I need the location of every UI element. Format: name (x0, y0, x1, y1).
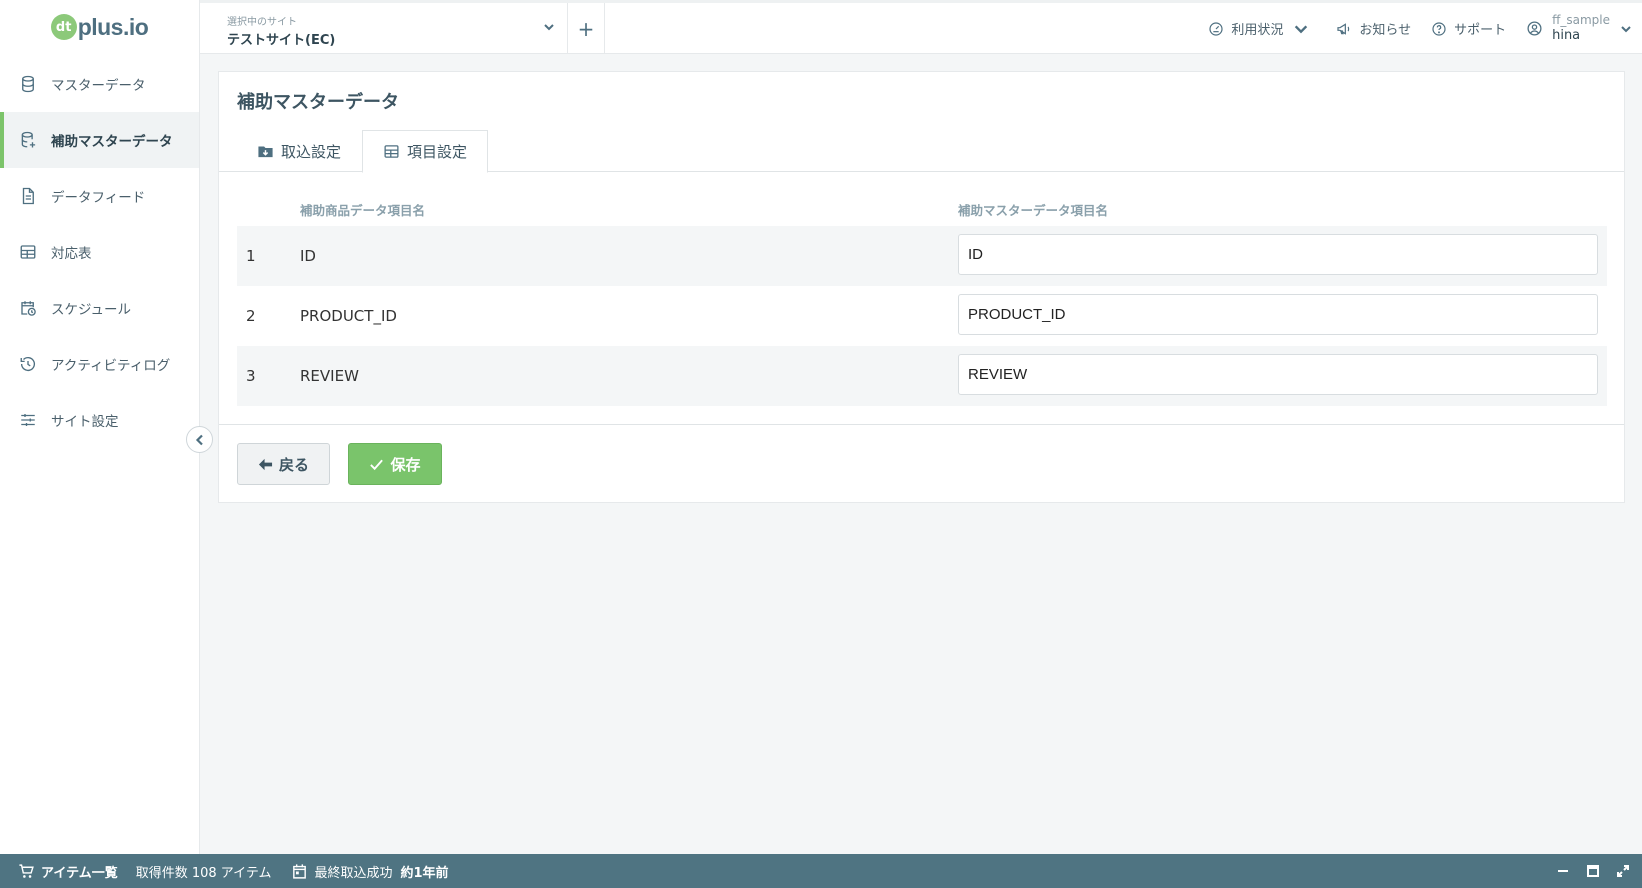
logo[interactable]: dt plus.io (0, 0, 199, 54)
logo-mark: dt (50, 14, 77, 40)
sidebar-item-label: 補助マスターデータ (51, 134, 173, 150)
topbar-actions: 利用状況 お知らせ サポート ff_sample hina (1188, 3, 1632, 54)
source-field-name: ID (300, 247, 316, 265)
site-caption: 選択中のサイト (227, 17, 297, 28)
site-name: テストサイト(EC) (227, 33, 336, 48)
site-selector[interactable]: 選択中のサイト テストサイト(EC) (200, 3, 568, 54)
chevron-down-icon (1293, 21, 1316, 37)
maximize-icon[interactable] (1586, 864, 1600, 878)
sidebar-item-mapping-table[interactable]: 対応表 (0, 224, 199, 280)
field-mapping-table: 補助商品データ項目名 補助マスターデータ項目名 1 ID 2 PRODUCT_I… (237, 190, 1607, 406)
panel-window-controls (1556, 854, 1630, 888)
usage-label: 利用状況 (1231, 23, 1284, 38)
item-list-label: アイテム一覧 (41, 865, 118, 881)
main-card: 補助マスターデータ 取込設定 項目設定 補助商品データ項目名 補助マスターデータ… (218, 71, 1625, 503)
megaphone-icon (1337, 22, 1350, 35)
source-field-name: PRODUCT_ID (300, 307, 397, 325)
sidebar-item-site-settings[interactable]: サイト設定 (0, 392, 199, 448)
source-field-name: REVIEW (300, 367, 359, 385)
cart-icon (19, 863, 34, 878)
sidebar-item-label: データフィード (51, 190, 146, 206)
column-header-source: 補助商品データ項目名 (300, 203, 426, 218)
last-import: 最終取込成功 約1年前 (291, 862, 449, 881)
bottom-bar: アイテム一覧 取得件数 108 アイテム 最終取込成功 約1年前 (0, 854, 1642, 888)
news-label: お知らせ (1359, 23, 1412, 38)
item-list-button[interactable]: アイテム一覧 (18, 862, 118, 881)
column-header-target: 補助マスターデータ項目名 (958, 203, 1109, 218)
save-button[interactable]: 保存 (348, 443, 442, 485)
tab-import-settings[interactable]: 取込設定 (237, 130, 361, 172)
tab-field-settings[interactable]: 項目設定 (362, 130, 489, 173)
sidebar-item-label: スケジュール (51, 302, 132, 318)
page-title: 補助マスターデータ (237, 92, 399, 113)
user-name: hina (1552, 27, 1581, 43)
sidebar-item-label: マスターデータ (51, 78, 146, 94)
tab-label: 項目設定 (407, 143, 468, 161)
table-header: 補助商品データ項目名 補助マスターデータ項目名 (237, 190, 1607, 226)
sidebar: dt plus.io マスターデータ 補助マスターデータ データフィード 対応表… (0, 0, 200, 854)
usage-menu[interactable]: 利用状況 (1208, 19, 1316, 38)
save-label: 保存 (390, 455, 421, 474)
target-field-input[interactable] (958, 354, 1598, 395)
table-row: 1 ID (237, 226, 1607, 286)
support-link[interactable]: サポート (1431, 19, 1506, 38)
support-label: サポート (1454, 23, 1507, 38)
target-field-input[interactable] (958, 234, 1598, 275)
database-plus-icon (18, 130, 38, 150)
add-site-button[interactable]: + (568, 3, 605, 54)
gauge-icon (1209, 21, 1223, 36)
table-icon (384, 145, 399, 158)
row-number: 1 (246, 247, 256, 265)
target-field-input[interactable] (958, 294, 1598, 335)
sidebar-item-label: アクティビティログ (51, 358, 171, 374)
document-icon (18, 186, 38, 206)
table-row: 3 REVIEW (237, 346, 1607, 406)
folder-download-icon (258, 146, 273, 157)
sidebar-item-data-feed[interactable]: データフィード (0, 168, 199, 224)
database-icon (18, 74, 38, 94)
sliders-icon (18, 410, 38, 430)
table-icon (18, 242, 38, 262)
user-id: ff_sample (1552, 12, 1610, 27)
user-menu[interactable]: ff_sample hina (1526, 13, 1632, 44)
question-circle-icon (1432, 21, 1446, 36)
chevron-down-icon (1620, 23, 1632, 35)
card-footer: 戻る 保存 (219, 424, 1624, 504)
expand-icon[interactable] (1616, 864, 1630, 878)
item-count: 取得件数 108 アイテム (135, 865, 272, 881)
arrow-left-icon (258, 458, 273, 470)
calendar-icon (293, 863, 307, 879)
last-import-label: 最終取込成功 (314, 865, 393, 881)
chevron-left-icon (195, 434, 203, 445)
table-row: 2 PRODUCT_ID (237, 286, 1607, 346)
tab-label: 取込設定 (281, 142, 342, 161)
history-icon (18, 354, 38, 374)
topbar: 選択中のサイト テストサイト(EC) + 利用状況 お知らせ サポート ff_s… (200, 0, 1642, 54)
back-label: 戻る (278, 455, 309, 474)
sidebar-item-label: 対応表 (51, 246, 92, 262)
last-import-value: 約1年前 (400, 865, 449, 881)
chevron-down-icon (543, 21, 555, 37)
sidebar-item-activity-log[interactable]: アクティビティログ (0, 336, 199, 392)
news-link[interactable]: お知らせ (1336, 19, 1411, 38)
sidebar-collapse-button[interactable] (186, 426, 213, 453)
calendar-clock-icon (18, 298, 38, 318)
check-icon (370, 459, 384, 470)
user-circle-icon (1527, 21, 1542, 36)
sidebar-item-label: サイト設定 (51, 414, 119, 430)
sidebar-item-schedule[interactable]: スケジュール (0, 280, 199, 336)
row-number: 3 (246, 367, 256, 385)
row-number: 2 (246, 307, 256, 325)
sidebar-item-master-data[interactable]: マスターデータ (0, 56, 199, 112)
sidebar-item-sub-master-data[interactable]: 補助マスターデータ (0, 112, 199, 168)
back-button[interactable]: 戻る (237, 443, 330, 485)
minimize-icon[interactable] (1556, 864, 1570, 878)
logo-text: plus.io (77, 13, 149, 40)
tabs: 取込設定 項目設定 (219, 130, 1624, 173)
sidebar-nav: マスターデータ 補助マスターデータ データフィード 対応表 スケジュール アクテ… (0, 56, 199, 448)
